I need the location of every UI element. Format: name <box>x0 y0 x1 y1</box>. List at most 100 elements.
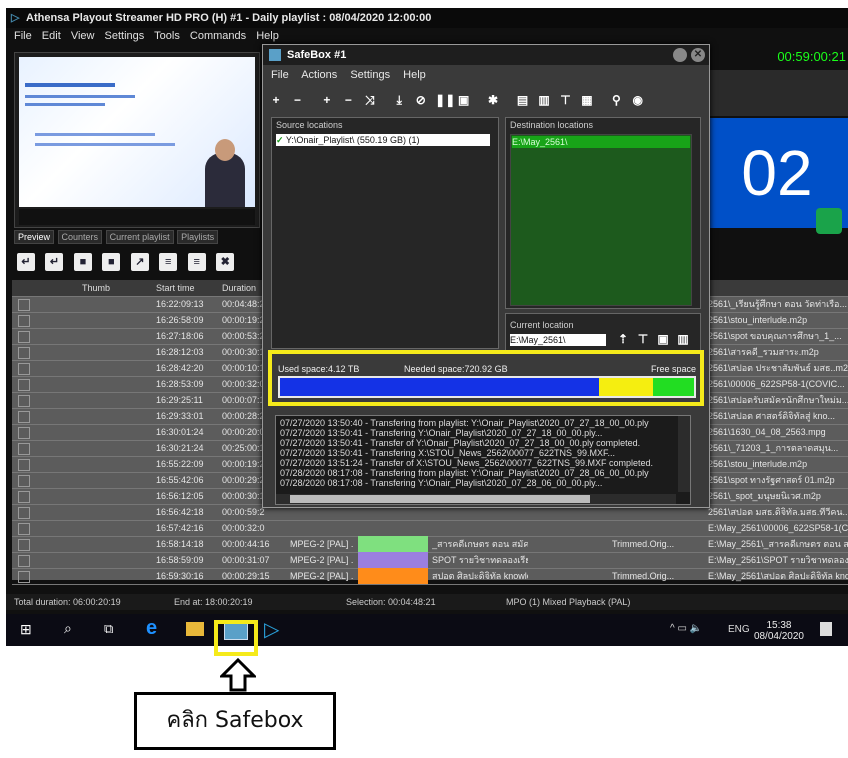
safebox-icon-highlight <box>214 620 258 656</box>
taskbar-clock[interactable]: 15:38 08/04/2020 <box>754 620 804 642</box>
open-icon[interactable]: ▣ <box>656 332 670 346</box>
row-start-time: 16:29:33:01 <box>156 411 204 421</box>
close-icon[interactable]: ✕ <box>691 48 705 62</box>
filter-icon[interactable]: ⊤ <box>558 93 572 107</box>
scroll-thumb[interactable] <box>290 495 590 503</box>
presenter-head <box>215 139 235 161</box>
info-icon[interactable]: ◉ <box>631 93 645 107</box>
remove-destination-icon[interactable]: − <box>341 93 355 107</box>
pause-icon[interactable]: ❚❚ <box>435 93 455 107</box>
header-duration[interactable]: Duration <box>222 280 256 296</box>
up-icon[interactable]: ⇡ <box>616 332 630 346</box>
row-checkbox[interactable] <box>18 331 30 343</box>
row-start-time: 16:58:59:09 <box>156 555 204 565</box>
table-row[interactable]: 16:58:59:09 00:00:31:07 MPEG-2 [PAL] ... SP… <box>12 552 848 569</box>
safebox-menu-actions[interactable]: Actions <box>301 69 337 81</box>
header-start-time[interactable]: Start time <box>156 280 195 296</box>
log-vertical-scrollbar[interactable] <box>678 416 690 492</box>
table-row[interactable]: 16:58:14:18 00:00:44:16 MPEG-2 [PAL] ... _ส… <box>12 536 848 553</box>
add-source-icon[interactable]: + <box>269 93 283 107</box>
tab-playlists[interactable]: Playlists <box>177 230 219 244</box>
add-destination-icon[interactable]: + <box>320 93 334 107</box>
row-checkbox[interactable] <box>18 427 30 439</box>
resume-icon[interactable]: ▣ <box>457 93 471 107</box>
row-checkbox[interactable] <box>18 507 30 519</box>
row-checkbox[interactable] <box>18 395 30 407</box>
trash-icon[interactable]: ▥ <box>676 332 690 346</box>
row-checkbox[interactable] <box>18 347 30 359</box>
menu-commands[interactable]: Commands <box>190 30 246 42</box>
row-checkbox[interactable] <box>18 459 30 471</box>
row-checkbox[interactable] <box>18 299 30 311</box>
list-icon[interactable]: ▤ <box>516 93 530 107</box>
safebox-menu-settings[interactable]: Settings <box>350 69 390 81</box>
stop-icon[interactable]: ⊘ <box>414 93 428 107</box>
row-duration: 00:00:32:0 <box>222 523 265 533</box>
search-icon[interactable]: ⌕ <box>64 620 72 637</box>
menu-tools[interactable]: Tools <box>154 30 180 42</box>
pin-icon[interactable]: ⊤ <box>636 332 650 346</box>
row-checkbox[interactable] <box>18 379 30 391</box>
save-as-icon[interactable]: ■ <box>102 253 121 271</box>
language-indicator[interactable]: ENG <box>728 624 750 635</box>
row-checkbox[interactable] <box>18 539 30 551</box>
menu-edit[interactable]: Edit <box>42 30 61 42</box>
row-checkbox[interactable] <box>18 571 30 583</box>
row-duration: 00:00:07:1 <box>222 395 265 405</box>
file-explorer-icon[interactable] <box>186 622 204 636</box>
delete-icon[interactable]: ✖ <box>216 253 235 271</box>
tab-preview[interactable]: Preview <box>14 230 55 244</box>
table-row[interactable]: 16:57:42:16 00:00:32:0 E:\May_2561\00006_6… <box>12 520 848 537</box>
row-duration: 00:00:32:0 <box>222 379 265 389</box>
remove-source-icon[interactable]: − <box>290 93 304 107</box>
tab-counters[interactable]: Counters <box>57 230 103 244</box>
grid-icon[interactable]: ▦ <box>580 93 594 107</box>
row-checkbox[interactable] <box>18 523 30 535</box>
slide-text-line <box>25 103 105 106</box>
insert-icon[interactable]: ≡ <box>187 253 206 271</box>
import-alt-icon[interactable]: ↵ <box>45 253 64 271</box>
user-icon[interactable]: ⚲ <box>609 93 623 107</box>
download-icon[interactable]: ⤓ <box>392 93 406 107</box>
current-location-field[interactable]: E:\May_2561\ <box>510 334 606 346</box>
tab-current-playlist[interactable]: Current playlist <box>105 230 174 244</box>
safebox-window: SafeBox #1 ✕ File Actions Settings Help … <box>262 44 710 508</box>
tray-icons[interactable]: ^ ▭ 🔈 <box>670 623 702 634</box>
row-file-path: 2561\สารคดี_รวมสาระ.m2p <box>708 347 819 357</box>
settings-icon[interactable]: ✱ <box>486 93 500 107</box>
import-icon[interactable]: ↵ <box>17 253 35 271</box>
row-checkbox[interactable] <box>18 411 30 423</box>
header-thumb[interactable]: Thumb <box>82 280 110 296</box>
save-icon[interactable]: ■ <box>73 253 92 271</box>
edge-browser-icon[interactable]: e <box>146 617 157 640</box>
source-location-item[interactable]: ✓ Y:\Onair_Playlist\ (550.19 GB) (1) <box>276 134 490 146</box>
row-checkbox[interactable] <box>18 555 30 567</box>
row-title: SPOT รายวิชาทดลองเรียน <box>432 555 528 565</box>
windows-start-icon[interactable]: ⊞ <box>20 621 32 638</box>
row-checkbox[interactable] <box>18 491 30 503</box>
row-checkbox[interactable] <box>18 475 30 487</box>
safebox-menu-file[interactable]: File <box>271 69 289 81</box>
row-checkbox[interactable] <box>18 315 30 327</box>
move-icon[interactable]: ≡ <box>159 253 178 271</box>
menu-file[interactable]: File <box>14 30 32 42</box>
menu-settings[interactable]: Settings <box>105 30 145 42</box>
minimize-icon[interactable] <box>673 48 687 62</box>
doc-icon[interactable]: ▥ <box>537 93 551 107</box>
task-view-icon[interactable]: ⧉ <box>104 621 113 637</box>
refresh-icon[interactable] <box>816 208 842 234</box>
menu-help[interactable]: Help <box>256 30 279 42</box>
export-icon[interactable]: ↗ <box>130 253 149 271</box>
destination-location-item[interactable]: E:\May_2561\ <box>512 136 690 148</box>
playout-app-icon[interactable]: ▷ <box>264 617 279 642</box>
log-horizontal-scrollbar[interactable] <box>276 494 676 504</box>
safebox-menu-help[interactable]: Help <box>403 69 426 81</box>
row-title: สปอต ศิลปะดิจิทัล knowled... <box>432 571 528 581</box>
table-row[interactable]: 16:59:30:16 00:00:29:15 MPEG-2 [PAL] ... สป… <box>12 568 848 585</box>
menu-view[interactable]: View <box>71 30 95 42</box>
shuffle-icon[interactable]: ⤨ <box>363 93 377 107</box>
row-checkbox[interactable] <box>18 363 30 375</box>
notification-icon[interactable] <box>820 622 832 636</box>
row-checkbox[interactable] <box>18 443 30 455</box>
transfer-log[interactable]: 07/27/2020 13:50:40 - Transfering from p… <box>275 415 691 505</box>
